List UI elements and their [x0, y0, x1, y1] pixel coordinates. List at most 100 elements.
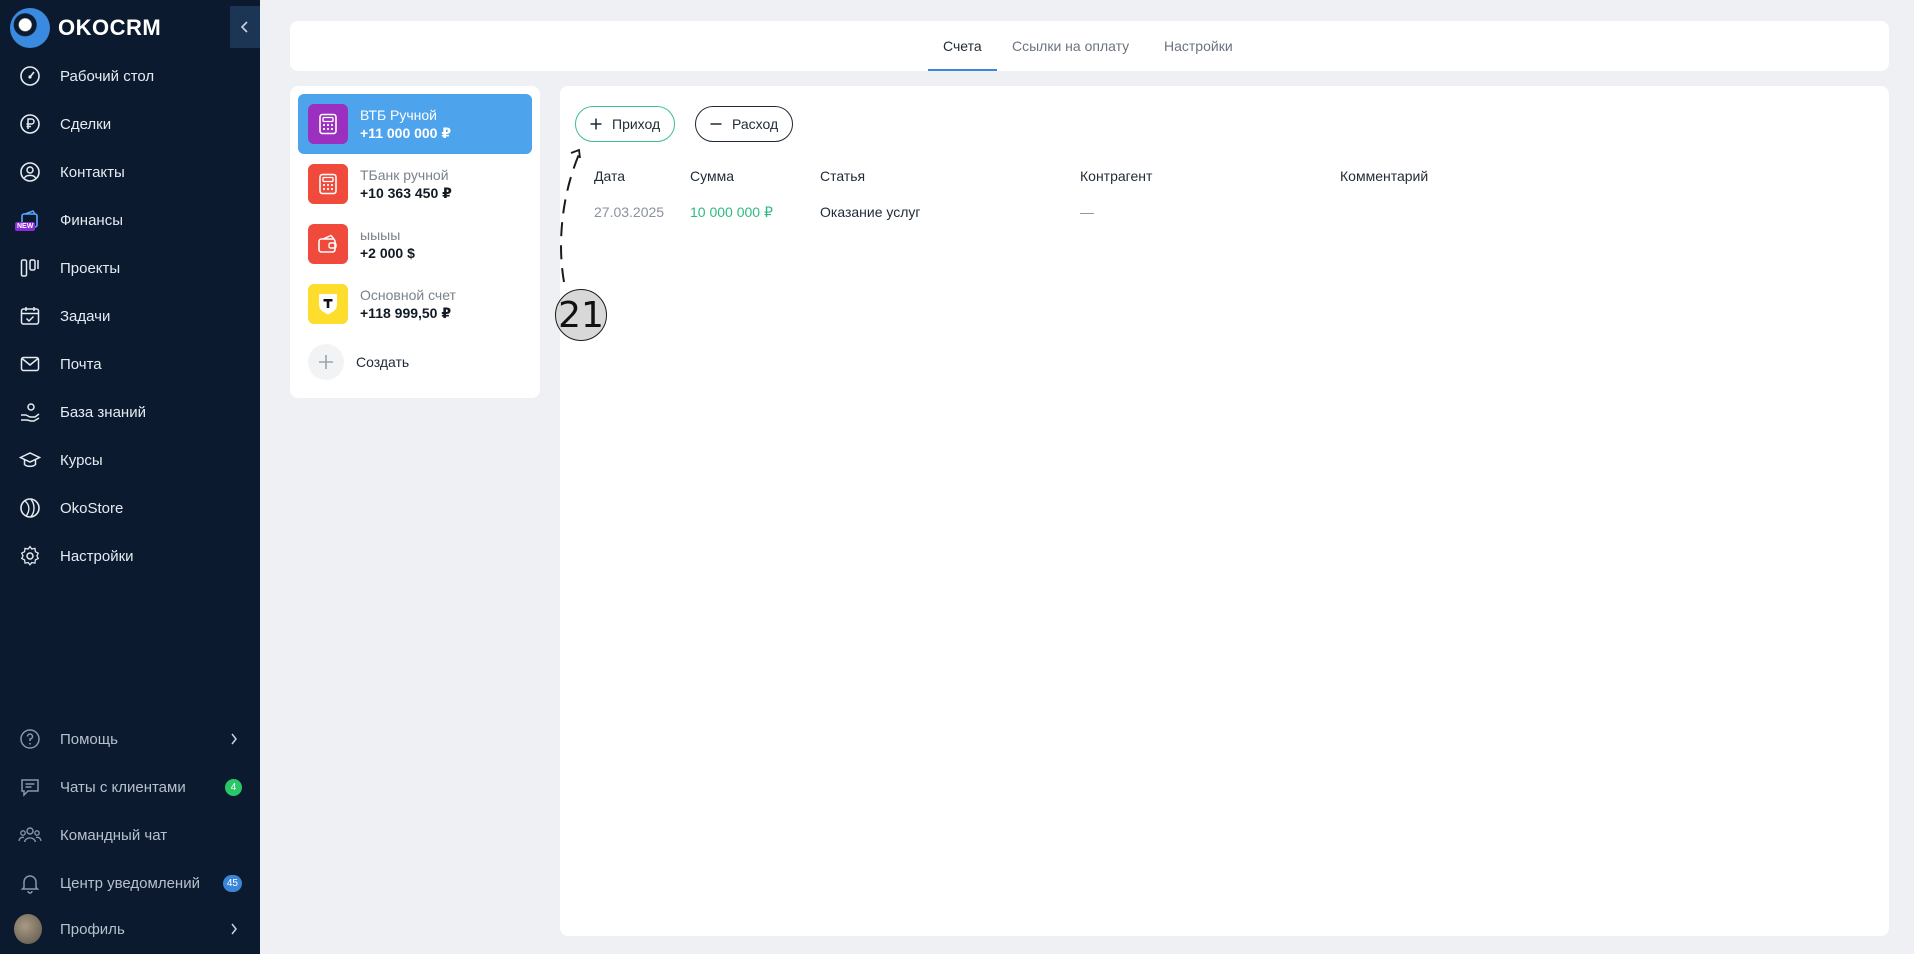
- logo[interactable]: OKOCRM: [10, 8, 161, 48]
- account-balance: +2 000 $: [360, 245, 415, 261]
- account-name: ВТБ Ручной: [360, 106, 437, 123]
- sidebar-item-finance[interactable]: NEW Финансы: [0, 200, 260, 240]
- chevron-right-icon: [231, 733, 237, 745]
- column-header-counterparty[interactable]: Контрагент: [1080, 168, 1152, 184]
- sidebar-item-label: Контакты: [60, 163, 125, 181]
- sidebar-item-mail[interactable]: Почта: [0, 344, 260, 384]
- account-item[interactable]: Основной счет +118 999,50 ₽: [298, 274, 532, 334]
- cell-date[interactable]: 27.03.2025: [594, 204, 664, 220]
- sidebar-item-label: Курсы: [60, 451, 103, 469]
- account-item[interactable]: ТБанк ручной +10 363 450 ₽: [298, 154, 532, 214]
- knowledge-hand-icon: [18, 400, 42, 424]
- team-icon: [18, 823, 42, 847]
- chat-icon: [18, 775, 42, 799]
- mail-icon: [18, 352, 42, 376]
- sidebar-item-label: Командный чат: [60, 826, 168, 844]
- account-item[interactable]: ыыыы +2 000 $: [298, 214, 532, 274]
- top-tab-bar: Счета Ссылки на оплату Настройки: [290, 21, 1889, 71]
- avatar: [14, 914, 42, 944]
- ruble-icon: [18, 112, 42, 136]
- account-balance: +10 363 450 ₽: [360, 184, 452, 201]
- wallet-icon: NEW: [15, 208, 42, 232]
- bell-icon: [18, 871, 42, 895]
- logo-mark-icon: [10, 8, 50, 48]
- cell-counterparty[interactable]: —: [1080, 204, 1094, 220]
- sidebar-item-profile[interactable]: Профиль: [0, 909, 260, 949]
- create-account-button[interactable]: Создать: [308, 344, 409, 380]
- store-globe-icon: [18, 496, 42, 520]
- add-expense-label: Расход: [732, 116, 779, 132]
- sidebar-item-label: Проекты: [60, 259, 121, 277]
- avatar-wrapper: [14, 914, 42, 944]
- chevron-left-icon: [240, 21, 248, 33]
- kanban-icon: [18, 256, 42, 280]
- sidebar-item-label: Помощь: [60, 730, 118, 748]
- sidebar-item-okostore[interactable]: OkoStore: [0, 488, 260, 528]
- annotation-step-marker: 21: [555, 289, 607, 341]
- brand-name: OKOCRM: [58, 15, 162, 40]
- sidebar-collapse-button[interactable]: [230, 6, 260, 48]
- tab-accounts[interactable]: Счета: [928, 21, 997, 71]
- column-header-comment[interactable]: Комментарий: [1340, 168, 1428, 184]
- add-expense-button[interactable]: Расход: [695, 106, 794, 142]
- add-income-button[interactable]: Приход: [575, 106, 676, 142]
- unread-count-badge: 4: [225, 778, 242, 796]
- notification-count-badge: 45: [222, 874, 242, 892]
- calculator-icon: [308, 164, 348, 204]
- add-income-label: Приход: [612, 116, 661, 132]
- sidebar: OKOCRM Рабочий стол Сделки Контакты NEW …: [0, 0, 260, 954]
- sidebar-item-dashboard[interactable]: Рабочий стол: [0, 56, 260, 96]
- sidebar-item-knowledge-base[interactable]: База знаний: [0, 392, 260, 432]
- sidebar-item-label: Почта: [60, 355, 102, 373]
- accounts-panel: ВТБ Ручной +11 000 000 ₽ ТБанк ручной +1…: [290, 86, 540, 398]
- sidebar-item-label: Чаты с клиентами: [60, 778, 186, 796]
- sidebar-item-label: Настройки: [60, 547, 134, 565]
- sidebar-item-label: Задачи: [60, 307, 111, 325]
- account-name: ыыыы: [360, 227, 401, 243]
- graduation-cap-icon: [18, 448, 42, 472]
- sidebar-item-tasks[interactable]: Задачи: [0, 296, 260, 336]
- tab-settings[interactable]: Настройки: [1164, 21, 1233, 71]
- tab-payment-links[interactable]: Ссылки на оплату: [1012, 21, 1129, 71]
- sidebar-item-contacts[interactable]: Контакты: [0, 152, 260, 192]
- sidebar-item-deals[interactable]: Сделки: [0, 104, 260, 144]
- tbank-logo-icon: [308, 284, 348, 324]
- cell-article[interactable]: Оказание услуг: [820, 204, 921, 220]
- sidebar-item-notifications[interactable]: Центр уведомлений 45: [0, 863, 260, 903]
- column-header-sum[interactable]: Сумма: [690, 168, 734, 184]
- cell-sum[interactable]: 10 000 000 ₽: [690, 204, 773, 221]
- column-header-article[interactable]: Статья: [820, 168, 865, 184]
- plus-icon: [590, 118, 602, 130]
- dashboard-gauge-icon: [18, 64, 42, 88]
- sidebar-item-label: Рабочий стол: [60, 67, 155, 85]
- sidebar-item-courses[interactable]: Курсы: [0, 440, 260, 480]
- account-name: ТБанк ручной: [360, 166, 449, 183]
- sidebar-item-help[interactable]: Помощь: [0, 719, 260, 759]
- column-header-date[interactable]: Дата: [594, 168, 625, 184]
- chevron-right-icon: [231, 923, 237, 935]
- sidebar-item-projects[interactable]: Проекты: [0, 248, 260, 288]
- create-account-label: Создать: [356, 354, 410, 370]
- sidebar-item-label: База знаний: [60, 403, 146, 421]
- new-badge: NEW: [15, 222, 36, 231]
- sidebar-item-settings[interactable]: Настройки: [0, 536, 260, 576]
- sidebar-item-label: OkoStore: [60, 499, 124, 517]
- sidebar-item-client-chats[interactable]: Чаты с клиентами 4: [0, 767, 260, 807]
- sidebar-item-label: Сделки: [60, 115, 112, 133]
- sidebar-item-label: Центр уведомлений: [60, 874, 200, 892]
- account-balance: +118 999,50 ₽: [360, 304, 452, 321]
- transactions-panel: Приход Расход Дата Сумма Статья Контраге…: [560, 86, 1889, 936]
- sidebar-item-label: Профиль: [60, 920, 125, 938]
- sidebar-item-team-chat[interactable]: Командный чат: [0, 815, 260, 855]
- minus-icon: [710, 123, 722, 125]
- gear-icon: [18, 544, 42, 568]
- help-icon: [18, 727, 42, 751]
- sidebar-item-label: Финансы: [60, 211, 123, 229]
- account-name: Основной счет: [360, 286, 456, 303]
- user-circle-icon: [18, 160, 42, 184]
- account-item[interactable]: ВТБ Ручной +11 000 000 ₽: [298, 94, 532, 154]
- annotation-dashed-arrow: [560, 148, 581, 283]
- calendar-check-icon: [18, 304, 42, 328]
- plus-icon: [308, 344, 344, 380]
- account-balance: +11 000 000 ₽: [360, 124, 452, 141]
